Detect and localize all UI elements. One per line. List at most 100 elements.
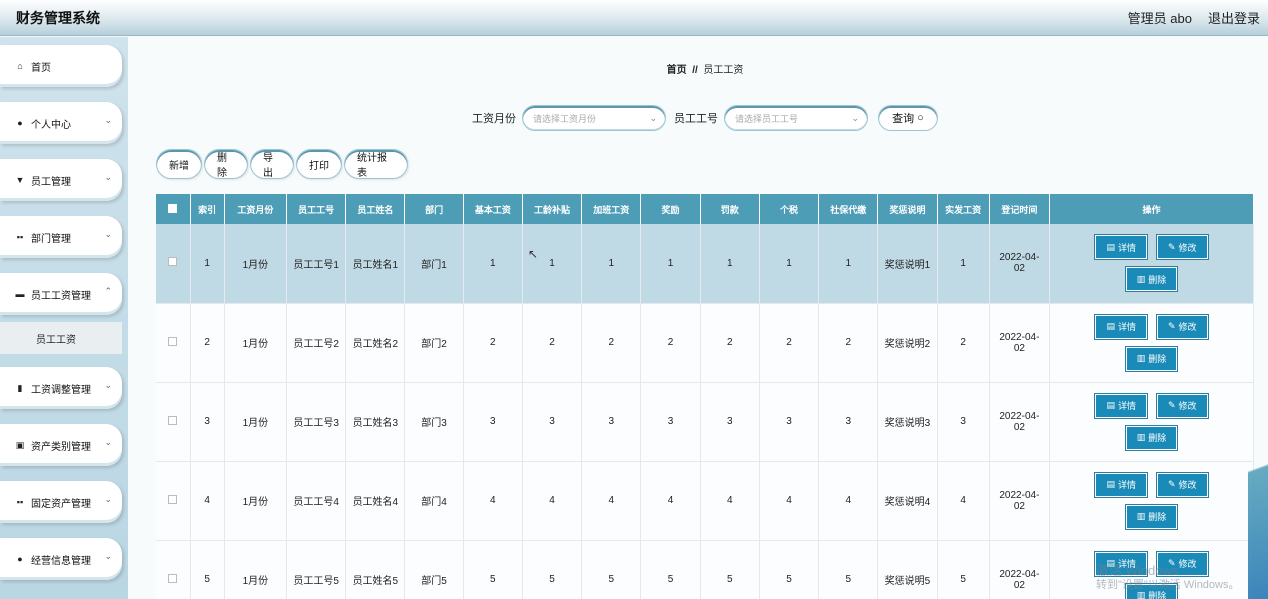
row-delete-button[interactable]: ▥ 删除: [1125, 504, 1178, 529]
column-header: 索引: [190, 194, 225, 224]
sidebar-item-profile[interactable]: ● 个人中心 ⌄: [0, 102, 122, 144]
table-cell: 1: [190, 224, 225, 304]
row-checkbox[interactable]: [168, 257, 178, 267]
add-button[interactable]: 新增: [156, 149, 202, 179]
chevron-down-icon: ⌄: [649, 112, 657, 123]
detail-button[interactable]: ▤ 详情: [1095, 472, 1147, 497]
table-cell: 员工姓名5: [345, 540, 406, 599]
table-row[interactable]: 1 1月份 员工工号1 员工姓名1 部门1 1 1 1 1 1 1 1 奖惩说明1 1 2022-04-02…: [156, 224, 1254, 304]
table-cell: 2: [581, 303, 642, 383]
table-row[interactable]: 4 1月份 员工工号4 员工姓名4 部门4 4 4 4 4 4 4 4 奖惩说明4 4 2022-04-02…: [156, 461, 1254, 541]
row-select-cell[interactable]: [156, 224, 191, 304]
trash-icon: ▥: [1136, 432, 1146, 442]
breadcrumb-separator: //: [692, 65, 698, 76]
sidebar-subitem-salary[interactable]: 员工工资: [0, 322, 122, 354]
table-cell: 4: [190, 461, 225, 541]
row-checkbox[interactable]: [168, 494, 178, 504]
sidebar-item-staff[interactable]: ▼ 员工管理 ⌄: [0, 159, 122, 201]
table-cell: 4: [700, 461, 760, 541]
table-cell: 1: [522, 224, 583, 304]
query-button[interactable]: 查询 ○: [878, 105, 938, 131]
edit-button[interactable]: ✎ 修改: [1156, 472, 1208, 497]
row-select-cell[interactable]: [156, 540, 191, 599]
sidebar-item-department[interactable]: ▪▪ 部门管理 ⌄: [0, 216, 122, 258]
table-cell: 员工工号4: [286, 461, 347, 541]
table-cell: 5: [190, 540, 225, 599]
table-cell: 3: [581, 382, 642, 462]
stats-report-button[interactable]: 统计报表: [344, 149, 408, 179]
select-all-header[interactable]: [156, 194, 191, 224]
edit-button-label: 修改: [1178, 322, 1197, 332]
logout-link[interactable]: 退出登录: [1208, 8, 1260, 27]
month-select[interactable]: 请选择工资月份 ⌄: [522, 105, 666, 131]
search-bar: 工资月份 请选择工资月份 ⌄ 员工工号 请选择员工工号 ⌄ 查询 ○: [470, 105, 938, 131]
table-cell: 2: [522, 303, 583, 383]
table-body: 1 1月份 员工工号1 员工姓名1 部门1 1 1 1 1 1 1 1 奖惩说明1 1 2022-04-02…: [156, 224, 1254, 599]
row-actions: ▤ 详情 ✎ 修改 ▥ 删除: [1049, 224, 1254, 304]
pencil-icon: ✎: [1167, 400, 1176, 410]
delete-button-label: 删除: [1148, 433, 1167, 443]
export-button[interactable]: 导出: [250, 149, 294, 179]
table-cell: 4: [463, 461, 523, 541]
main-content: 首页 // 员工工资 工资月份 请选择工资月份 ⌄ 员工工号 请选择员工工号 ⌄…: [128, 37, 1268, 599]
bulb-icon: ●: [17, 554, 23, 564]
row-delete-button[interactable]: ▥ 删除: [1125, 346, 1178, 371]
detail-button-label: 详情: [1117, 480, 1136, 490]
sidebar-item-business-info[interactable]: ● 经营信息管理 ⌄: [0, 538, 122, 580]
mouse-cursor-icon: ↖: [528, 247, 539, 261]
row-select-cell[interactable]: [156, 303, 191, 383]
table-cell: 2022-04-02: [989, 382, 1051, 462]
table-cell: 3: [818, 382, 879, 462]
row-checkbox[interactable]: [168, 415, 178, 425]
pencil-icon: ✎: [1167, 479, 1176, 489]
row-delete-button[interactable]: ▥ 删除: [1125, 425, 1178, 450]
table-cell: 3: [522, 382, 583, 462]
edit-button[interactable]: ✎ 修改: [1156, 393, 1208, 418]
print-button[interactable]: 打印: [296, 149, 342, 179]
select-all-checkbox[interactable]: [168, 203, 178, 213]
sidebar-item-asset-category[interactable]: ▣ 资产类别管理 ⌄: [0, 424, 122, 466]
employee-id-select[interactable]: 请选择员工工号 ⌄: [724, 105, 868, 131]
table-cell: 2: [640, 303, 701, 383]
sidebar-item-salary-mgmt[interactable]: ▬ 员工工资管理 ⌃: [0, 273, 122, 315]
table-cell: 2022-04-02: [989, 540, 1051, 599]
chevron-down-icon: ⌄: [104, 551, 112, 561]
breadcrumb: 首页 // 员工工资: [128, 61, 1268, 76]
table-cell: 2: [937, 303, 990, 383]
detail-button[interactable]: ▤ 详情: [1095, 314, 1147, 339]
column-header: 操作: [1049, 194, 1254, 224]
sidebar-item-fixed-asset[interactable]: ▪▪ 固定资产管理 ⌄: [0, 481, 122, 523]
delete-button-label: 删除: [1148, 512, 1167, 522]
table-cell: 奖惩说明5: [877, 540, 938, 599]
sidebar-item-label: 资产类别管理: [31, 441, 91, 453]
row-delete-button[interactable]: ▥ 删除: [1125, 267, 1178, 292]
row-checkbox[interactable]: [168, 336, 178, 346]
table-cell: 2022-04-02: [989, 303, 1051, 383]
table-cell: 4: [818, 461, 879, 541]
table-cell: 2: [759, 303, 820, 383]
batch-delete-button[interactable]: 删除: [204, 149, 248, 179]
delete-button-label: 删除: [1148, 274, 1167, 285]
sidebar-item-label: 个人中心: [31, 119, 71, 131]
table-cell: 3: [463, 382, 523, 462]
table-cell: 1: [700, 224, 760, 304]
detail-button[interactable]: ▤ 详情: [1095, 235, 1147, 260]
row-actions: ▤ 详情 ✎ 修改 ▥ 删除: [1049, 461, 1254, 541]
sidebar-item-label: 首页: [31, 62, 51, 74]
sidebar-item-salary-adjust[interactable]: ▮ 工资调整管理 ⌄: [0, 367, 122, 409]
row-select-cell[interactable]: [156, 461, 191, 541]
table-cell: 员工姓名2: [345, 303, 406, 383]
table-row[interactable]: 3 1月份 员工工号3 员工姓名3 部门3 3 3 3 3 3 3 3 奖惩说明3 3 2022-04-02…: [156, 382, 1254, 462]
edit-button[interactable]: ✎ 修改: [1156, 314, 1208, 339]
row-checkbox[interactable]: [168, 573, 178, 583]
table-row[interactable]: 5 1月份 员工工号5 员工姓名5 部门5 5 5 5 5 5 5 5 奖惩说明5 5 2022-04-02…: [156, 540, 1254, 599]
home-icon: ⌂: [17, 61, 23, 71]
breadcrumb-home[interactable]: 首页: [667, 65, 687, 76]
breadcrumb-current: 员工工资: [703, 65, 744, 76]
table-cell: 部门4: [404, 461, 464, 541]
row-select-cell[interactable]: [156, 382, 191, 462]
detail-button[interactable]: ▤ 详情: [1095, 393, 1147, 418]
sidebar-item-home[interactable]: ⌂ 首页: [0, 45, 122, 87]
edit-button[interactable]: ✎ 修改: [1156, 235, 1208, 260]
table-row[interactable]: 2 1月份 员工工号2 员工姓名2 部门2 2 2 2 2 2 2 2 奖惩说明2 2 2022-04-02…: [156, 303, 1254, 383]
